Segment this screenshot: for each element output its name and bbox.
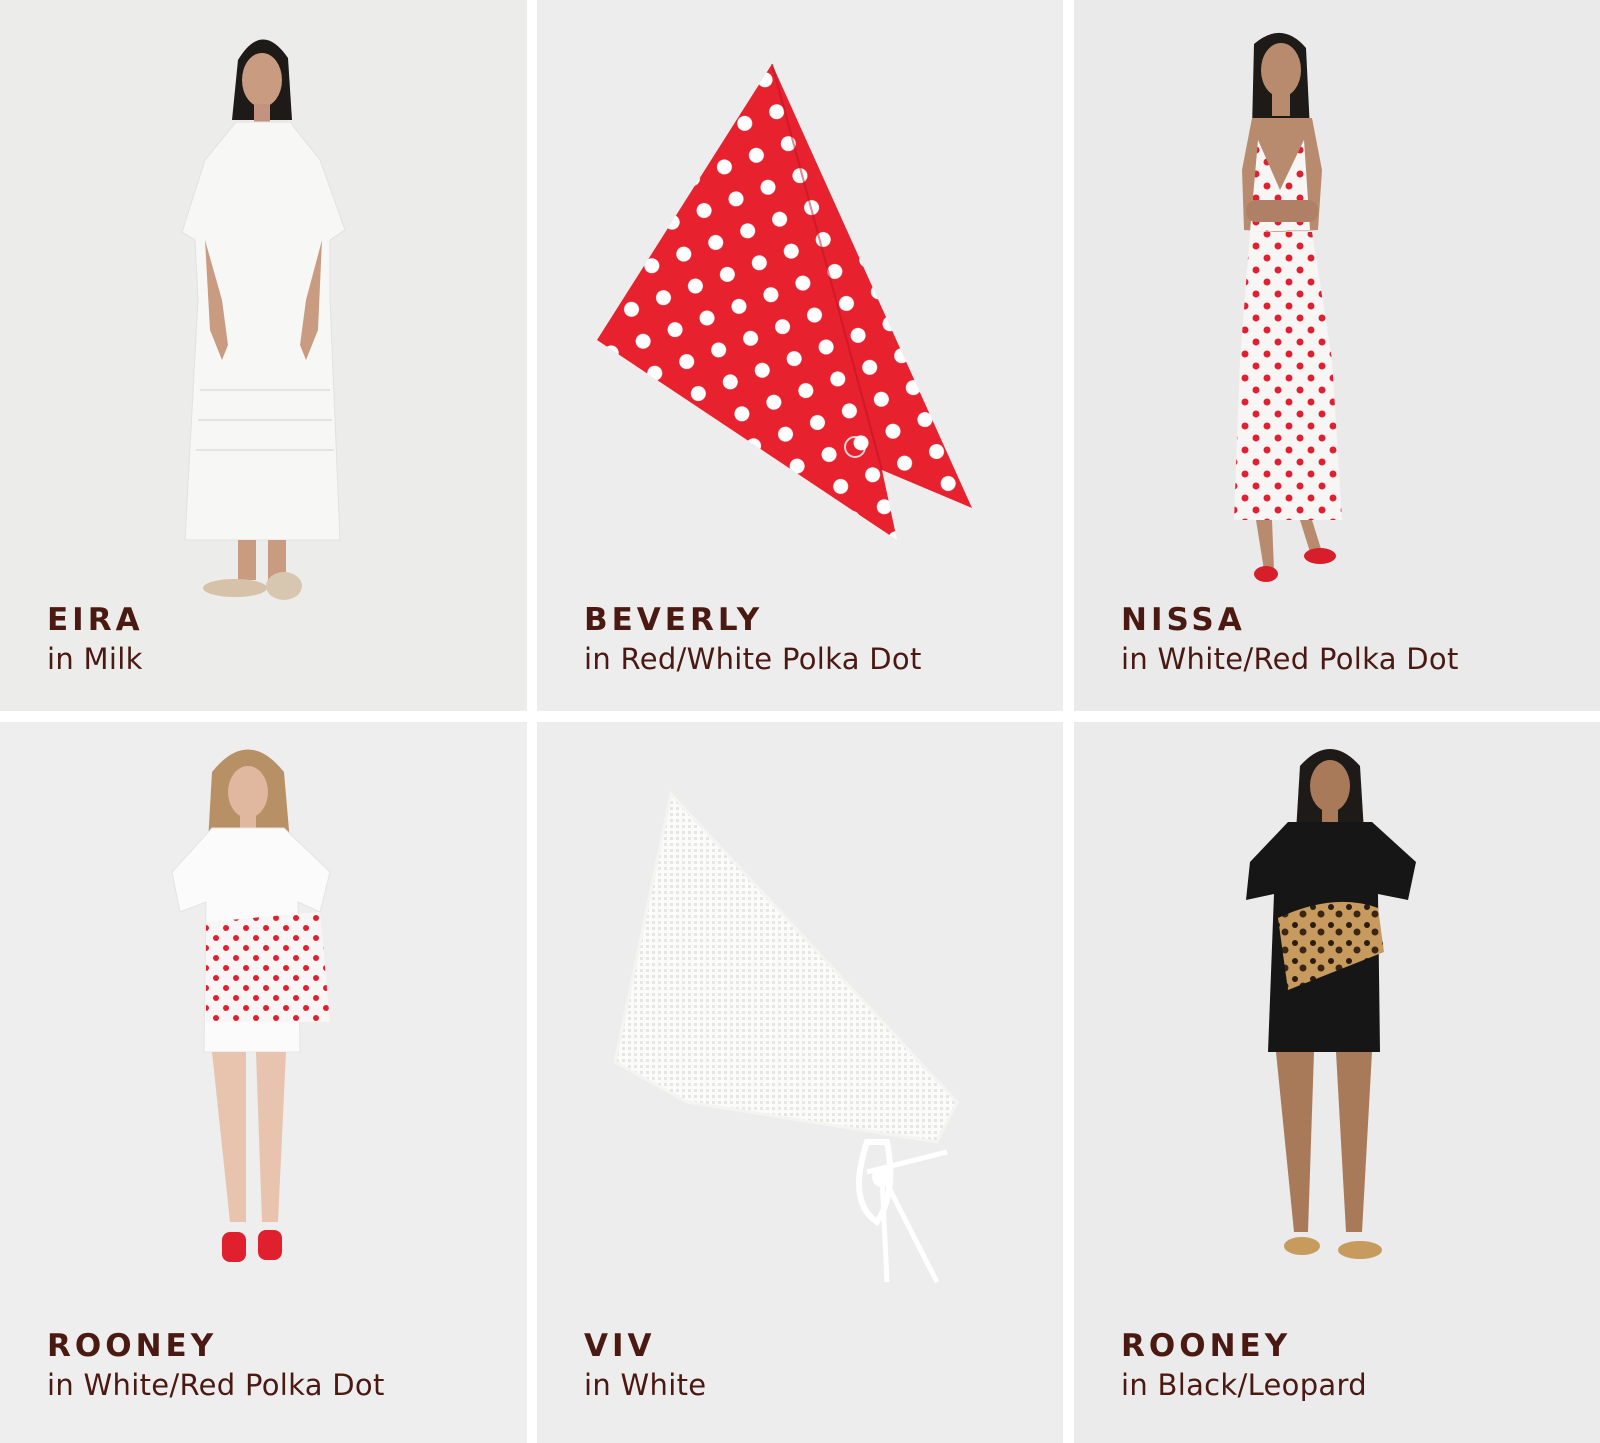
product-name[interactable]: ROONEY	[47, 1327, 385, 1365]
product-grid: EIRA in Milk BEVERLY in Red/White Polka …	[0, 0, 1600, 1443]
product-name[interactable]: ROONEY	[1121, 1327, 1367, 1365]
product-name[interactable]: VIV	[584, 1327, 706, 1365]
product-card-rooney-white-red[interactable]: ROONEY in White/Red Polka Dot	[0, 722, 527, 1443]
product-color: in White/Red Polka Dot	[1121, 642, 1459, 676]
product-card-nissa[interactable]: NISSA in White/Red Polka Dot	[1074, 0, 1600, 711]
product-name[interactable]: NISSA	[1121, 601, 1459, 639]
product-color: in White	[584, 1368, 707, 1402]
product-card-eira[interactable]: EIRA in Milk	[0, 0, 527, 711]
product-card-rooney-black-leopard[interactable]: ROONEY in Black/Leopard	[1074, 722, 1600, 1443]
product-name[interactable]: EIRA	[47, 601, 144, 639]
product-color: in Red/White Polka Dot	[584, 642, 922, 676]
product-name[interactable]: BEVERLY	[584, 601, 922, 639]
product-card-beverly[interactable]: BEVERLY in Red/White Polka Dot	[537, 0, 1063, 711]
product-card-viv[interactable]: VIV in White	[537, 722, 1063, 1443]
product-color: in Black/Leopard	[1121, 1368, 1367, 1402]
product-color: in Milk	[47, 642, 143, 676]
product-color: in White/Red Polka Dot	[47, 1368, 385, 1402]
